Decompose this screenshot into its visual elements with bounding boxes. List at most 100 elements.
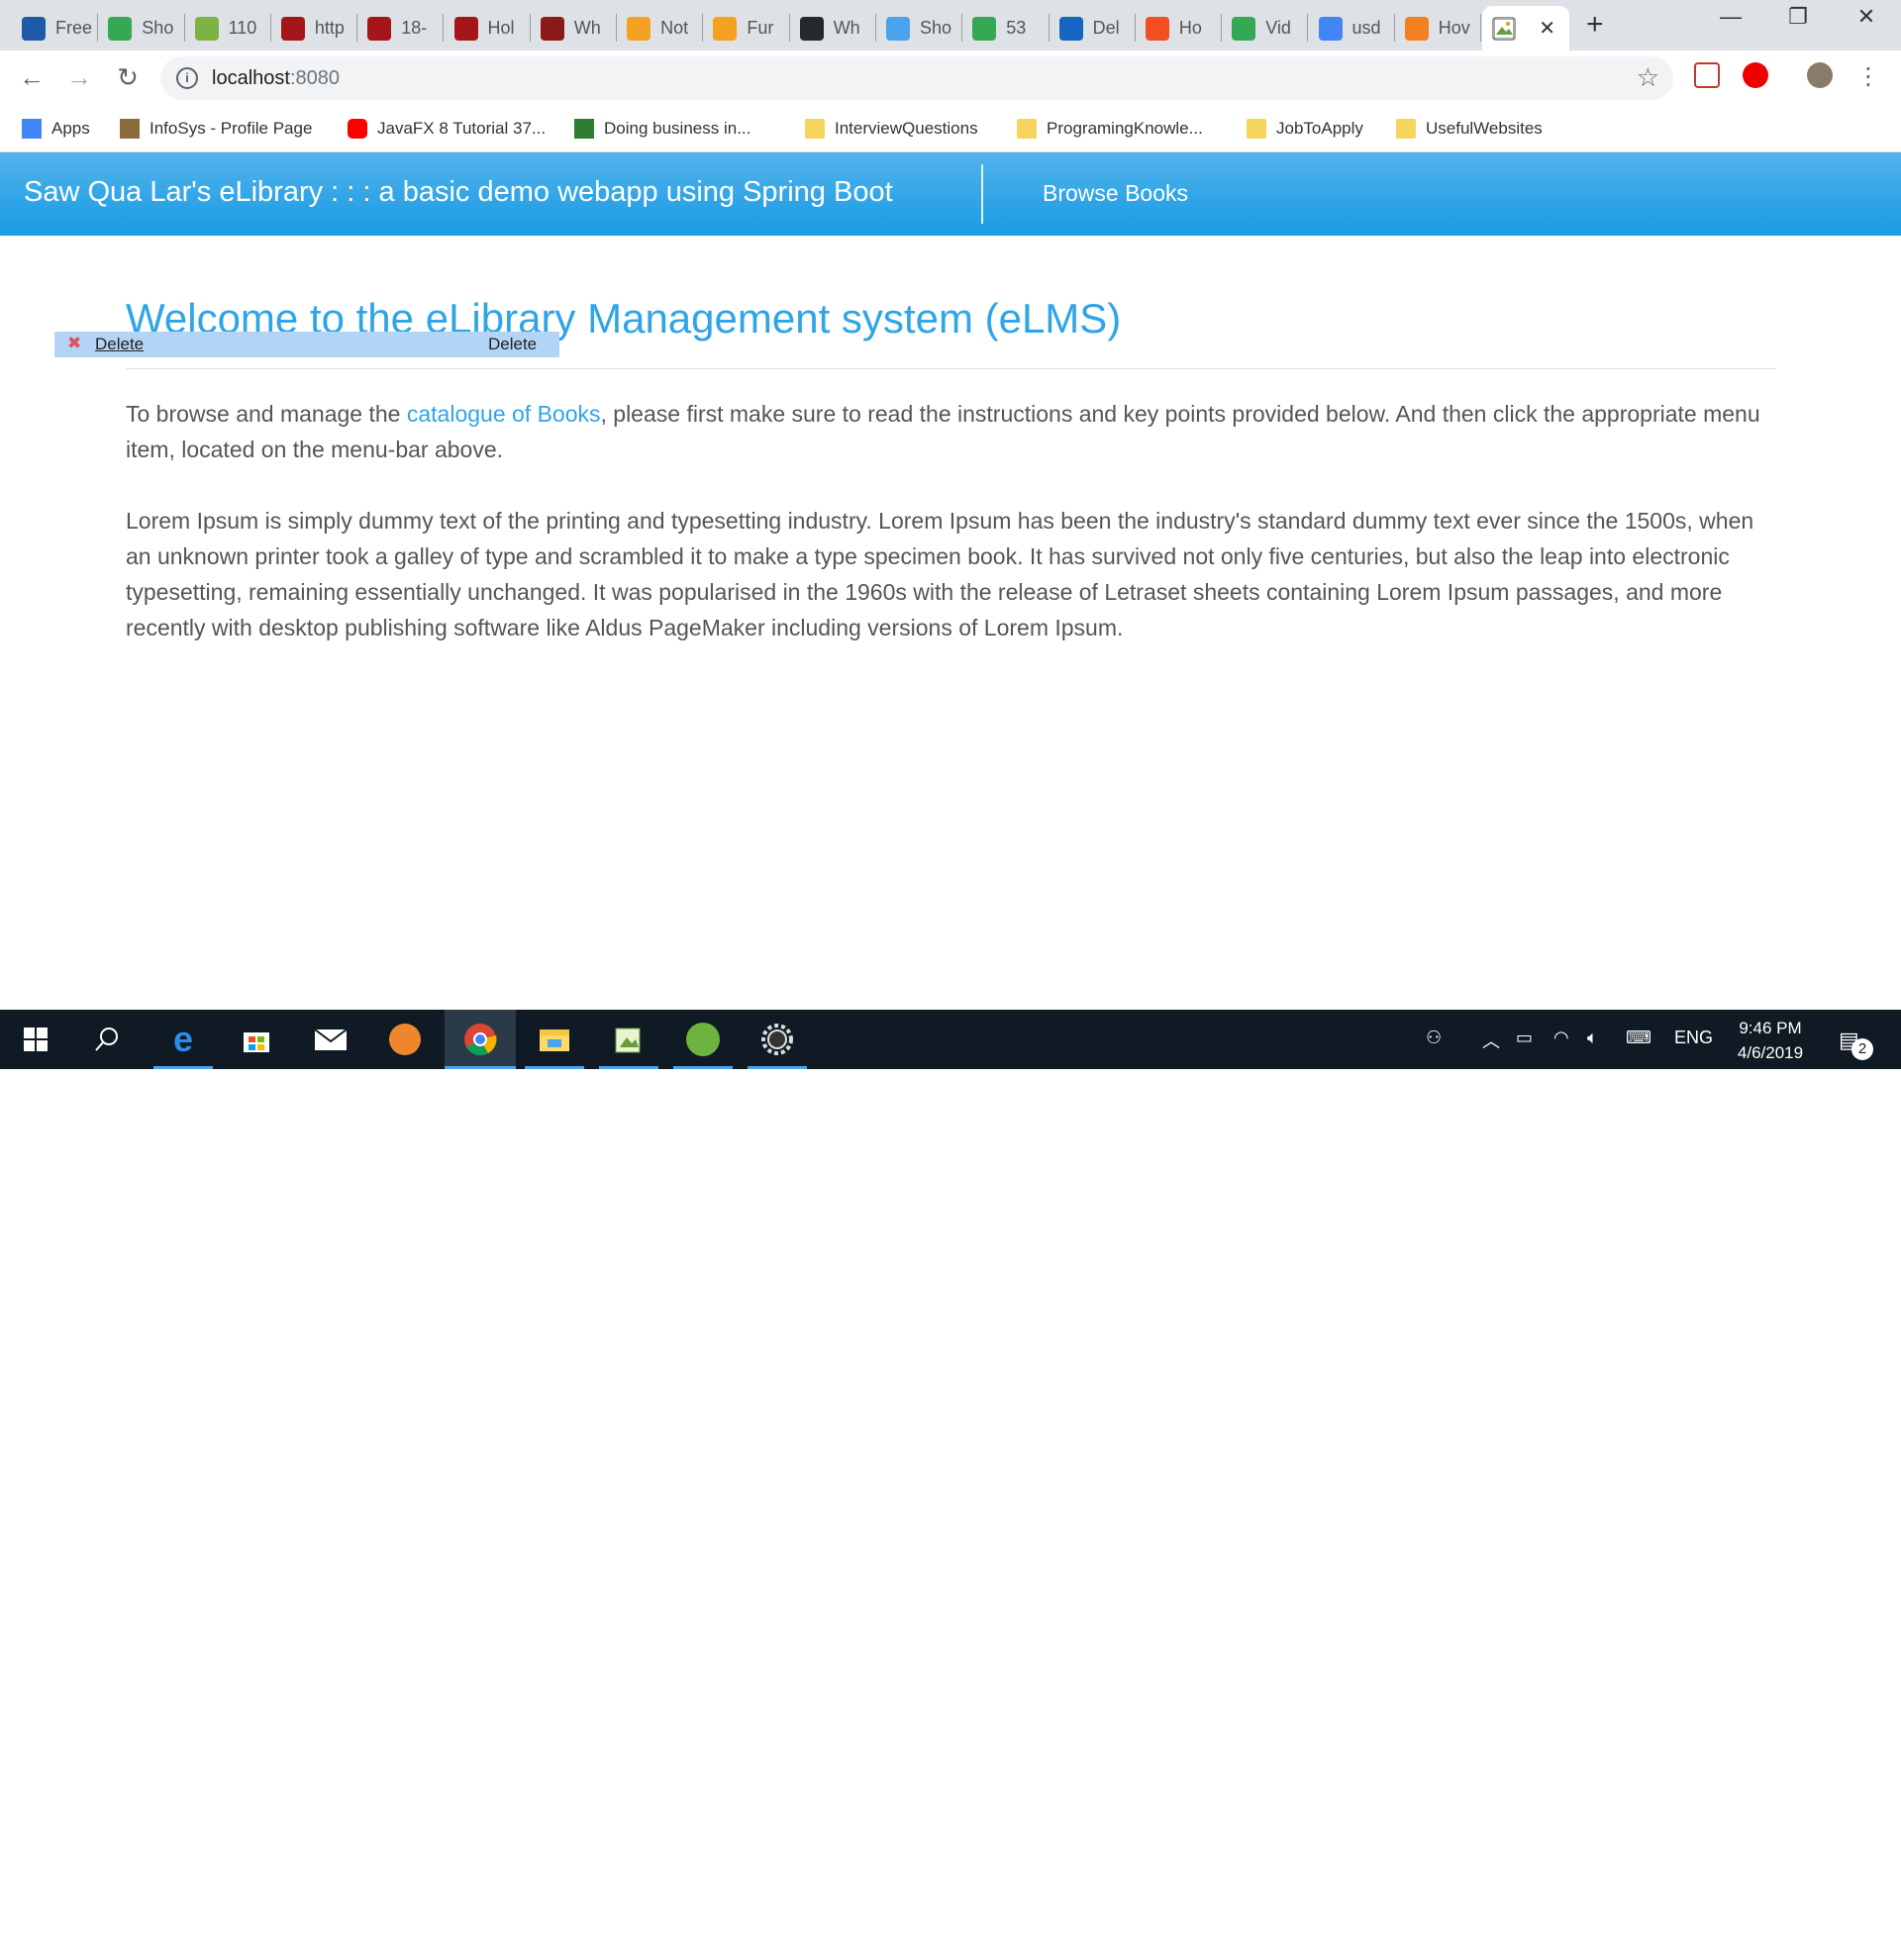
browser-tab-label: usd <box>1351 18 1381 38</box>
adblock-extension-icon[interactable] <box>1743 62 1768 88</box>
clock-time: 9:46 PM <box>1739 1019 1802 1037</box>
maps-icon <box>1232 16 1256 41</box>
browser-tab[interactable]: 18- <box>357 6 445 50</box>
edge-icon[interactable]: e <box>153 1010 213 1069</box>
minimize-button[interactable]: — <box>1701 4 1760 30</box>
browser-tab-label: Wh <box>573 18 601 38</box>
tab-close-icon[interactable]: ✕ <box>1539 16 1555 41</box>
search-icon[interactable] <box>77 1010 137 1069</box>
apps-grid-icon <box>22 119 42 139</box>
browser-toolbar: ← → ↻ i localhost:8080 ☆ ⋮ <box>0 50 1901 106</box>
browser-tab-label: Del <box>1092 18 1120 38</box>
browser-tab[interactable]: http <box>271 6 358 50</box>
bookmark-item[interactable]: JavaFX 8 Tutorial 37... <box>348 114 546 144</box>
pocket-extension-icon[interactable] <box>1694 62 1720 88</box>
clock[interactable]: 9:46 PM 4/6/2019 <box>1723 1016 1818 1065</box>
bookmark-item[interactable]: JobToApply <box>1247 114 1363 144</box>
bookmark-item[interactable]: ProgramingKnowle... <box>1017 114 1203 144</box>
bookmark-item[interactable]: Apps <box>22 114 90 144</box>
browser-tab[interactable]: Wh <box>531 6 618 50</box>
keyboard-icon[interactable]: ⌨ <box>1626 1028 1651 1048</box>
browser-tab-label: Vid <box>1265 18 1291 38</box>
browser-tab[interactable]: Hov <box>1395 6 1482 50</box>
bus-icon <box>540 16 564 41</box>
browser-tab-label: Wh <box>833 18 860 38</box>
delete-menu-item[interactable]: Delete <box>95 335 144 354</box>
store-icon[interactable] <box>227 1010 286 1069</box>
app-brand[interactable]: Saw Qua Lar's eLibrary : : : a basic dem… <box>24 176 893 209</box>
new-tab-button[interactable]: + <box>1586 8 1604 42</box>
tab-separator <box>1480 14 1482 42</box>
bookmark-item[interactable]: InfoSys - Profile Page <box>120 114 312 144</box>
settings-gear-icon[interactable] <box>748 1010 807 1069</box>
bookmark-label: JobToApply <box>1276 119 1363 138</box>
browse-books-link[interactable]: Browse Books <box>1043 180 1188 207</box>
profile-avatar[interactable] <box>1807 62 1833 88</box>
folder-icon <box>1017 119 1037 139</box>
active-tab[interactable]: ✕ <box>1482 6 1569 50</box>
file-explorer-icon[interactable] <box>525 1010 584 1069</box>
context-menu-strip[interactable]: ✖ Delete Delete <box>54 332 559 357</box>
browser-tab-label: http <box>314 18 345 38</box>
bookmark-item[interactable]: UsefulWebsites <box>1396 114 1543 144</box>
windows-taskbar: e ⚇ ︿ ▭ ◠ 🔈︎ ⌨ ENG 9:46 PM 4/6/2019 ▤ 2 <box>0 1010 1901 1069</box>
language-indicator[interactable]: ENG <box>1674 1028 1713 1048</box>
bookmark-label: InterviewQuestions <box>835 119 978 138</box>
app-navbar: Saw Qua Lar's eLibrary : : : a basic dem… <box>0 152 1901 236</box>
browser-tab[interactable]: Vid <box>1222 6 1309 50</box>
browser-tab[interactable]: Fur <box>703 6 790 50</box>
notepad-icon[interactable] <box>599 1010 658 1069</box>
restore-button[interactable]: ❐ <box>1768 4 1828 30</box>
url-text[interactable]: localhost:8080 <box>212 67 340 90</box>
spring-icon[interactable] <box>673 1010 733 1069</box>
browser-tab-label: Fur <box>747 18 774 38</box>
browser-tab-label: 110 <box>228 18 257 38</box>
title-divider <box>126 368 1775 369</box>
star-grid-icon <box>574 119 594 139</box>
address-bar[interactable]: i localhost:8080 ☆ <box>160 56 1673 100</box>
menu-kebab-icon[interactable]: ⋮ <box>1852 62 1884 91</box>
windows-start-icon[interactable] <box>6 1010 65 1069</box>
delete-menu-item-shortcut[interactable]: Delete <box>488 335 537 354</box>
bookmark-label: ProgramingKnowle... <box>1047 119 1203 138</box>
wifi-icon[interactable]: ◠ <box>1553 1028 1569 1048</box>
browser-tab[interactable]: 53 <box>962 6 1050 50</box>
browser-tab[interactable]: Sho <box>98 6 185 50</box>
catalogue-link[interactable]: catalogue of Books <box>407 401 601 427</box>
stackoverflow-icon <box>1404 16 1429 41</box>
battery-icon[interactable]: ▭ <box>1516 1028 1533 1048</box>
maps-icon <box>972 16 997 41</box>
people-icon[interactable]: ⚇ <box>1426 1028 1442 1048</box>
chrome-icon[interactable] <box>445 1010 516 1069</box>
site-info-icon[interactable]: i <box>176 67 198 89</box>
delete-x-icon: ✖ <box>67 334 82 352</box>
bookmark-item[interactable]: InterviewQuestions <box>805 114 978 144</box>
show-hidden-icons-icon[interactable]: ︿ <box>1482 1028 1500 1053</box>
bookmark-item[interactable]: Doing business in... <box>574 114 750 144</box>
bookmark-star-icon[interactable]: ☆ <box>1637 62 1659 93</box>
browser-tab[interactable]: Del <box>1050 6 1136 50</box>
ag-icon <box>280 16 305 41</box>
bookmark-label: JavaFX 8 Tutorial 37... <box>377 119 547 138</box>
browser-tab[interactable]: Wh <box>790 6 876 50</box>
browser-tab[interactable]: Ho <box>1136 6 1223 50</box>
youtube-icon <box>348 119 367 139</box>
browser-tab-label: Free <box>55 18 93 38</box>
browser-tab[interactable]: usd <box>1309 6 1395 50</box>
browser-tab[interactable]: Not <box>617 6 704 50</box>
forward-button[interactable]: → <box>63 62 95 93</box>
back-button[interactable]: ← <box>16 62 48 93</box>
microsoft-icon <box>1145 16 1169 41</box>
mail-icon[interactable] <box>301 1010 360 1069</box>
close-window-button[interactable]: ✕ <box>1837 4 1896 30</box>
volume-icon[interactable]: 🔈︎ <box>1587 1028 1598 1048</box>
browser-tab[interactable]: Sho <box>876 6 963 50</box>
brave-icon[interactable] <box>375 1010 435 1069</box>
browser-tab[interactable]: Free <box>12 6 99 50</box>
browser-tab[interactable]: 110 <box>185 6 271 50</box>
reload-button[interactable]: ↻ <box>112 62 144 93</box>
bookmarks-bar: Apps InfoSys - Profile Page JavaFX 8 Tutor… <box>0 106 1901 152</box>
browser-tab[interactable]: Hol <box>445 6 531 50</box>
github-icon <box>799 16 824 41</box>
browser-tab-label: 53 <box>1006 18 1027 38</box>
